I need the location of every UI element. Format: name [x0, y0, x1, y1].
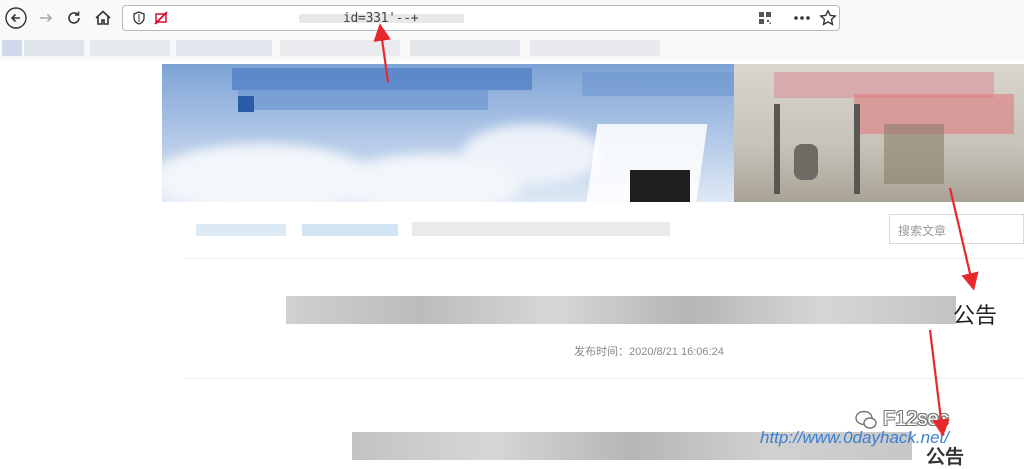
home-icon — [95, 10, 111, 25]
watermark-url: http://www.0dayhack.net/ — [760, 428, 949, 447]
wechat-icon — [855, 410, 877, 429]
divider — [184, 258, 1024, 259]
site-banner — [162, 64, 1024, 202]
page-actions-button[interactable] — [790, 6, 814, 30]
bookmark-button[interactable] — [816, 6, 840, 30]
forward-button[interactable] — [34, 6, 58, 30]
campus-gate-photo — [734, 64, 1024, 202]
qr-code-icon[interactable] — [757, 10, 773, 26]
address-bar[interactable]: id=331'--+ — [122, 5, 840, 31]
search-placeholder: 搜索文章 — [898, 224, 947, 238]
shield-icon[interactable] — [131, 10, 147, 26]
publish-time: 发布时间：2020/8/21 16:06:24 — [574, 346, 724, 358]
forward-icon — [40, 13, 53, 23]
bookmarks-bar — [0, 36, 1024, 60]
more-icon — [794, 16, 810, 20]
reload-icon — [68, 11, 80, 24]
reload-button[interactable] — [62, 6, 86, 30]
bookmark-star-icon — [819, 9, 837, 26]
browser-toolbar: id=331'--+ — [0, 0, 1024, 36]
url-text[interactable]: id=331'--+ — [343, 11, 419, 26]
back-button[interactable] — [4, 6, 28, 30]
tracking-blocked-icon[interactable] — [153, 10, 169, 26]
search-input[interactable]: 搜索文章 — [889, 214, 1024, 244]
divider — [184, 378, 1024, 379]
article-title-suffix: 公告 — [953, 303, 998, 328]
home-button[interactable] — [91, 6, 115, 30]
back-icon — [5, 7, 27, 29]
